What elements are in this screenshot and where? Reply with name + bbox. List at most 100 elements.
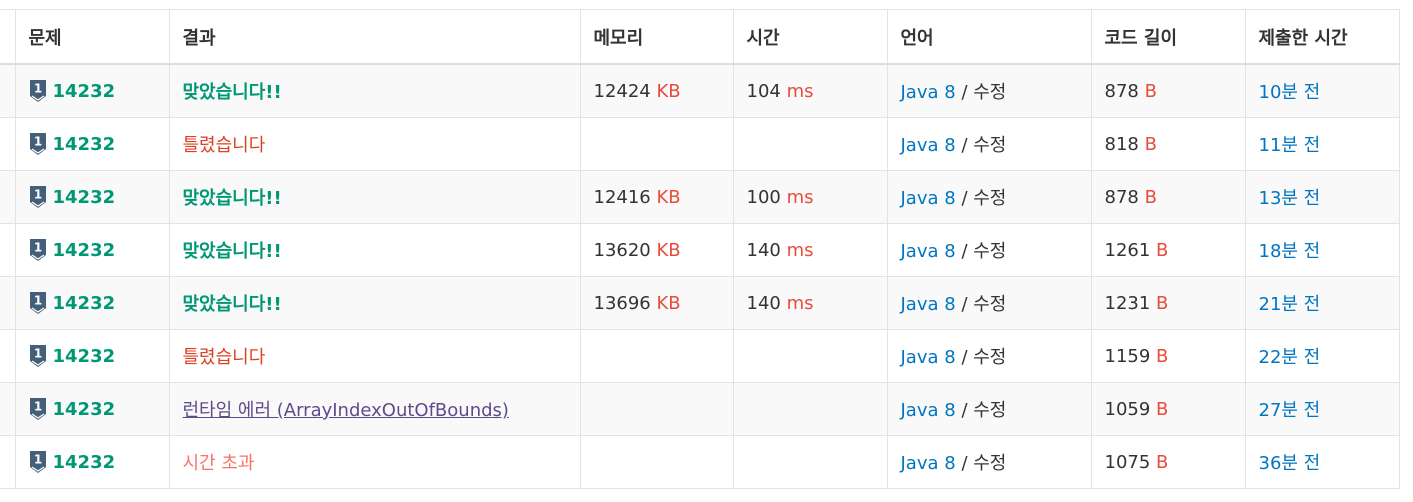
time-cell — [732, 117, 888, 171]
code-length-unit: B — [1144, 80, 1157, 102]
header-problem: 문제 — [14, 9, 170, 65]
problem-link[interactable]: 14232 — [53, 346, 116, 367]
language-link[interactable]: Java 8 — [901, 241, 956, 262]
problem-link[interactable]: 14232 — [53, 240, 116, 261]
language-link[interactable]: Java 8 — [901, 347, 956, 368]
time-cell: 140 ms — [732, 223, 888, 277]
language-separator: / — [961, 453, 968, 474]
language-link[interactable]: Java 8 — [901, 188, 956, 209]
result-text: 틀렸습니다 — [182, 347, 266, 368]
memory-cell — [579, 117, 734, 171]
result-cell: 맞았습니다!! — [168, 223, 581, 277]
table-row: 1 14232 시간 초과 Java 8 / 수정 1075 B 36분 전 — [0, 435, 1400, 489]
tier-badge-icon: 1 — [29, 450, 47, 474]
language-cell: Java 8 / 수정 — [886, 117, 1092, 171]
language-separator: / — [961, 400, 968, 421]
language-link[interactable]: Java 8 — [901, 82, 956, 103]
edit-link[interactable]: 수정 — [973, 188, 1006, 209]
header-time: 시간 — [732, 9, 888, 65]
submitted-time-link[interactable]: 27분 전 — [1259, 400, 1321, 421]
language-separator: / — [961, 82, 968, 103]
edit-link[interactable]: 수정 — [973, 294, 1006, 315]
problem-cell: 1 14232 — [14, 329, 170, 383]
code-length-value: 1159 — [1104, 345, 1151, 367]
submitted-time-link[interactable]: 22분 전 — [1259, 347, 1321, 368]
header-edge — [0, 9, 16, 65]
tier-badge-icon: 1 — [29, 79, 47, 103]
code-length-value: 1261 — [1104, 239, 1151, 261]
language-link[interactable]: Java 8 — [901, 135, 956, 156]
time-cell: 140 ms — [732, 276, 888, 330]
result-text: 맞았습니다!! — [182, 294, 282, 315]
language-separator: / — [961, 135, 968, 156]
memory-cell: 13696 KB — [579, 276, 734, 330]
problem-link[interactable]: 14232 — [53, 452, 116, 473]
language-link[interactable]: Java 8 — [901, 400, 956, 421]
table-row: 1 14232 틀렸습니다 Java 8 / 수정 818 B 11분 전 — [0, 117, 1400, 171]
language-cell: Java 8 / 수정 — [886, 435, 1092, 489]
submitted-time-link[interactable]: 36분 전 — [1259, 453, 1321, 474]
table-row: 1 14232 맞았습니다!! 12424 KB 104 ms Java 8 / 수정 87… — [0, 63, 1400, 118]
language-cell: Java 8 / 수정 — [886, 223, 1092, 277]
time-cell: 100 ms — [732, 170, 888, 224]
problem-link[interactable]: 14232 — [53, 399, 116, 420]
submitted-time-link[interactable]: 11분 전 — [1259, 135, 1321, 156]
time-value: 104 — [746, 80, 781, 102]
time-value: 140 — [746, 239, 781, 261]
problem-cell: 1 14232 — [14, 382, 170, 436]
result-text: 맞았습니다!! — [182, 241, 282, 262]
code-length-cell: 878 B — [1090, 63, 1246, 118]
language-link[interactable]: Java 8 — [901, 453, 956, 474]
result-text: 틀렸습니다 — [182, 135, 266, 156]
svg-text:1: 1 — [33, 82, 41, 96]
submitted-time-link[interactable]: 10분 전 — [1259, 82, 1321, 103]
code-length-unit: B — [1156, 398, 1169, 420]
edit-link[interactable]: 수정 — [973, 82, 1006, 103]
edit-link[interactable]: 수정 — [973, 135, 1006, 156]
code-length-cell: 878 B — [1090, 170, 1246, 224]
result-text[interactable]: 런타임 에러 (ArrayIndexOutOfBounds) — [183, 400, 509, 421]
tier-badge-icon: 1 — [29, 132, 47, 156]
problem-link[interactable]: 14232 — [53, 293, 116, 314]
svg-text:1: 1 — [33, 188, 41, 202]
row-edge — [0, 276, 16, 330]
result-cell: 맞았습니다!! — [168, 170, 581, 224]
submission-status-table: 문제 결과 메모리 시간 언어 코드 길이 제출한 시간 1 14232 맞았습니다… — [0, 9, 1400, 489]
tier-badge-icon: 1 — [29, 185, 47, 209]
submitted-time-link[interactable]: 13분 전 — [1259, 188, 1321, 209]
code-length-value: 1231 — [1104, 292, 1151, 314]
code-length-unit: B — [1156, 345, 1169, 367]
status-table-container: 문제 결과 메모리 시간 언어 코드 길이 제출한 시간 1 14232 맞았습니다… — [0, 9, 1400, 489]
problem-link[interactable]: 14232 — [53, 134, 116, 155]
problem-link[interactable]: 14232 — [53, 187, 116, 208]
edit-link[interactable]: 수정 — [973, 453, 1006, 474]
problem-cell: 1 14232 — [14, 117, 170, 171]
edit-link[interactable]: 수정 — [973, 241, 1006, 262]
submitted-time-link[interactable]: 18분 전 — [1259, 241, 1321, 262]
time-unit: ms — [786, 239, 814, 261]
row-edge — [0, 435, 16, 489]
edit-link[interactable]: 수정 — [973, 400, 1006, 421]
submitted-time-link[interactable]: 21분 전 — [1259, 294, 1321, 315]
row-edge — [0, 117, 16, 171]
result-cell: 틀렸습니다 — [168, 117, 581, 171]
memory-value: 13620 — [593, 239, 651, 261]
tier-badge-icon: 1 — [29, 291, 47, 315]
language-cell: Java 8 / 수정 — [886, 329, 1092, 383]
language-link[interactable]: Java 8 — [901, 294, 956, 315]
language-cell: Java 8 / 수정 — [886, 63, 1092, 118]
problem-cell: 1 14232 — [14, 276, 170, 330]
time-cell: 104 ms — [732, 63, 888, 118]
row-edge — [0, 223, 16, 277]
code-length-cell: 1231 B — [1090, 276, 1246, 330]
svg-text:1: 1 — [33, 135, 41, 149]
edit-link[interactable]: 수정 — [973, 347, 1006, 368]
time-cell — [732, 329, 888, 383]
problem-link[interactable]: 14232 — [53, 81, 116, 102]
table-row: 1 14232 틀렸습니다 Java 8 / 수정 1159 B 22분 전 — [0, 329, 1400, 383]
code-length-value: 878 — [1104, 80, 1139, 102]
time-value: 140 — [746, 292, 781, 314]
memory-unit: KB — [656, 80, 681, 102]
language-cell: Java 8 / 수정 — [886, 382, 1092, 436]
svg-text:1: 1 — [33, 241, 41, 255]
